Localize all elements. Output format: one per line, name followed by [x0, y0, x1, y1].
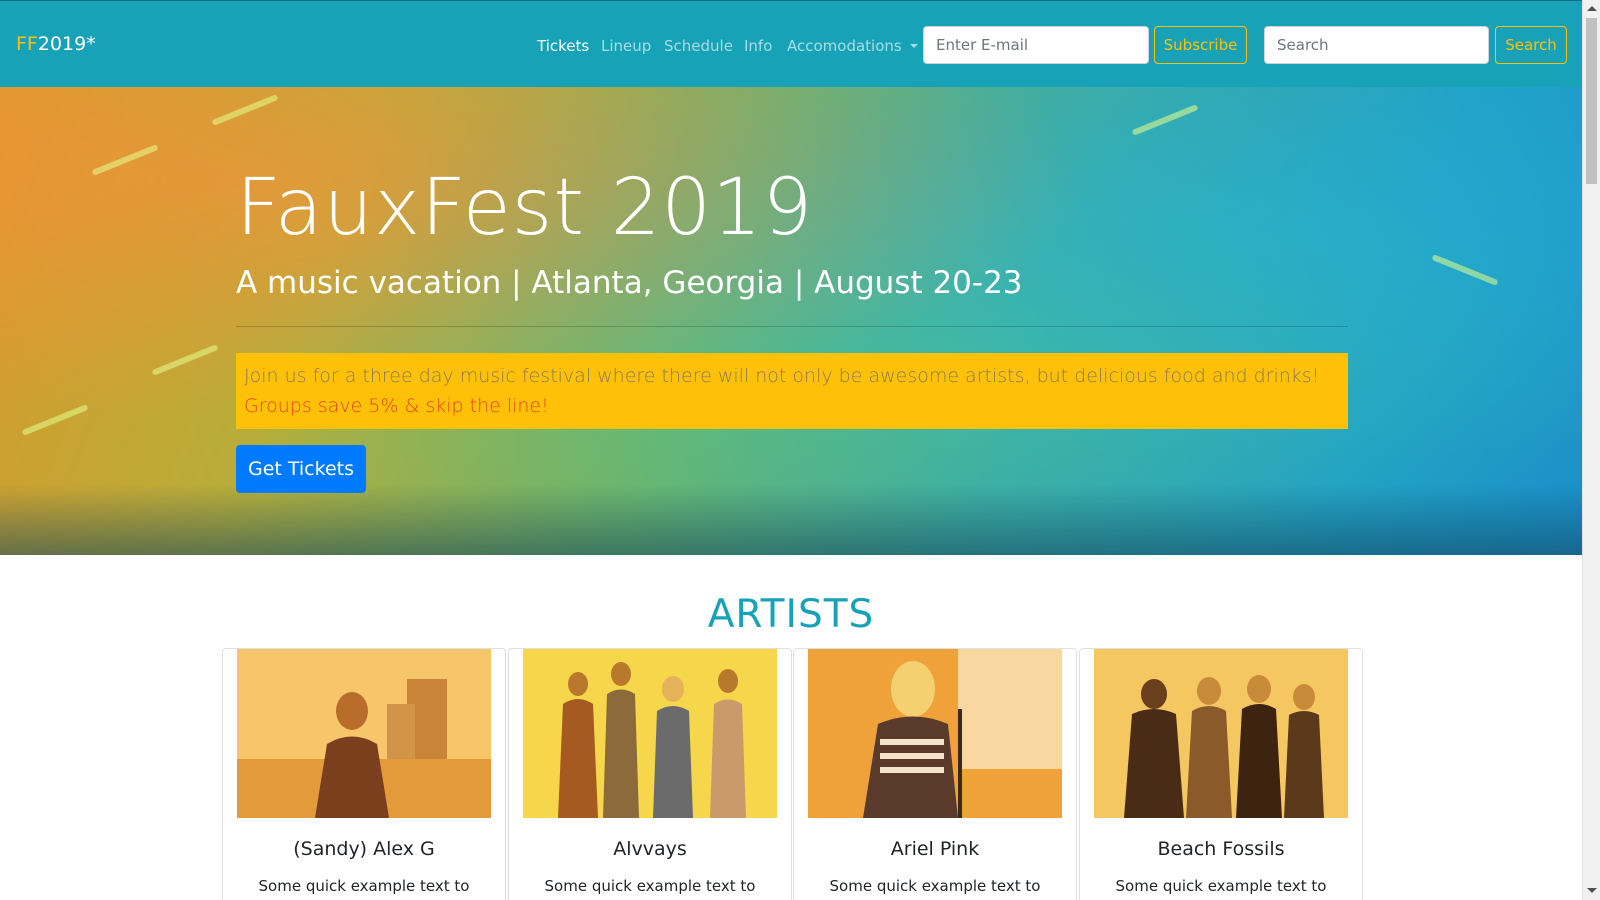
artist-photo	[808, 649, 1062, 818]
email-input[interactable]	[923, 26, 1149, 64]
artist-description: Some quick example text to	[1115, 877, 1327, 895]
arrow-down-icon[interactable]	[1587, 888, 1597, 893]
confetti-light	[21, 404, 89, 436]
nav-link-info[interactable]: Info	[744, 37, 772, 55]
scrollbar-thumb[interactable]	[1586, 18, 1597, 184]
hero-description-box: Join us for a three day music festival w…	[236, 353, 1348, 429]
hero-subtitle: A music vacation | Atlanta, Georgia | Au…	[236, 265, 1023, 301]
artist-card[interactable]: Ariel Pink Some quick example text to	[793, 648, 1077, 900]
page-scrollbar[interactable]	[1582, 0, 1600, 900]
arrow-up-icon[interactable]	[1587, 6, 1597, 11]
hero-title: FauxFest 2019	[236, 163, 814, 253]
navbar: FF2019* Tickets Lineup Schedule Info Acc…	[0, 0, 1582, 87]
artist-name: Alvvays	[613, 838, 687, 860]
artist-card[interactable]: (Sandy) Alex G Some quick example text t…	[222, 648, 506, 900]
search-input[interactable]	[1264, 26, 1489, 64]
hero-promo: Groups save 5% & skip the line!	[244, 395, 549, 417]
hero-jumbotron: FauxFest 2019 A music vacation | Atlanta…	[0, 87, 1582, 555]
subscribe-button[interactable]: Subscribe	[1154, 26, 1247, 64]
brand-suffix: 2019*	[37, 33, 96, 55]
confetti-light	[1431, 254, 1499, 286]
artist-name: Ariel Pink	[890, 838, 980, 860]
hero-description: Join us for a three day music festival w…	[244, 365, 1320, 387]
artist-card[interactable]: Alvvays Some quick example text to	[508, 648, 792, 900]
nav-dropdown-accomodations[interactable]: Accomodations	[787, 37, 918, 55]
nav-link-lineup[interactable]: Lineup	[601, 37, 651, 55]
hero-divider	[236, 326, 1348, 327]
confetti-light	[151, 344, 219, 376]
artist-description: Some quick example text to	[829, 877, 1041, 895]
artist-photo	[523, 649, 777, 818]
chevron-down-icon	[909, 44, 918, 48]
artists-heading: ARTISTS	[707, 592, 875, 637]
nav-link-schedule[interactable]: Schedule	[664, 37, 733, 55]
artist-photo	[1094, 649, 1348, 818]
nav-dropdown-label: Accomodations	[787, 37, 902, 55]
artist-description: Some quick example text to	[544, 877, 756, 895]
confetti-light	[1131, 104, 1199, 136]
brand-prefix: FF	[16, 33, 38, 55]
crowd-silhouette	[0, 485, 1582, 555]
confetti-light	[211, 94, 279, 126]
artist-name: (Sandy) Alex G	[293, 838, 435, 860]
confetti-light	[91, 144, 159, 176]
artist-photo	[237, 649, 491, 818]
artist-description: Some quick example text to	[258, 877, 470, 895]
get-tickets-button[interactable]: Get Tickets	[236, 445, 366, 493]
artist-card[interactable]: Beach Fossils Some quick example text to	[1079, 648, 1363, 900]
artist-name: Beach Fossils	[1157, 838, 1285, 860]
search-button[interactable]: Search	[1495, 26, 1567, 64]
brand-logo[interactable]: FF2019*	[16, 33, 96, 55]
nav-link-tickets[interactable]: Tickets	[537, 37, 589, 55]
